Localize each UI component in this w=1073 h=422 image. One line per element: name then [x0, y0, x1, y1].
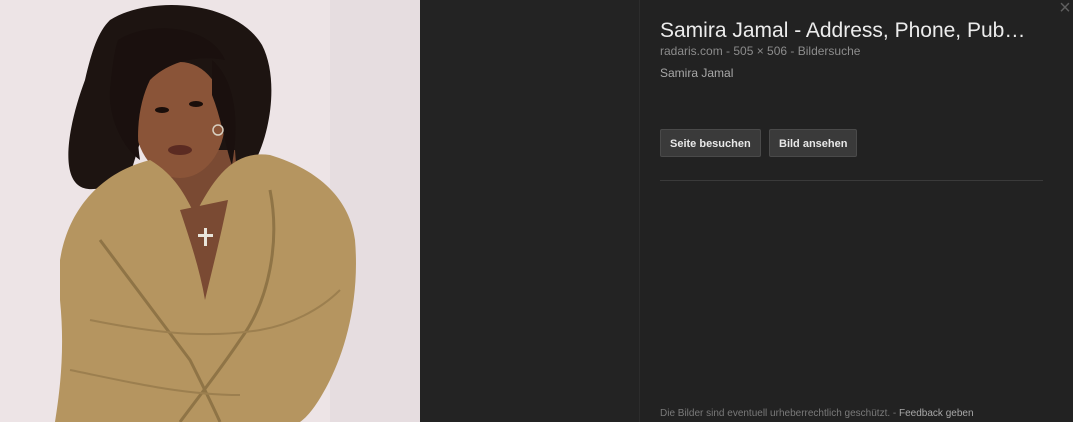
image-search-link[interactable]: Bildersuche	[798, 44, 861, 58]
close-icon[interactable]: ×	[1057, 0, 1073, 18]
vertical-divider	[639, 0, 640, 422]
image-dimensions: 505 × 506	[733, 44, 788, 58]
footer: Die Bilder sind eventuell urheberrechtli…	[660, 408, 974, 419]
section-divider	[660, 180, 1043, 181]
meta-separator: -	[787, 44, 798, 58]
footer-separator: -	[890, 408, 900, 419]
info-section: Samira Jamal - Address, Phone, Pub… rada…	[660, 0, 1055, 422]
result-description: Samira Jamal	[660, 66, 734, 80]
meta-separator: -	[722, 44, 734, 58]
image-preview-panel: Samira Jamal - Address, Phone, Pub… rada…	[0, 0, 1073, 422]
preview-image[interactable]	[0, 0, 420, 422]
view-image-button[interactable]: Bild ansehen	[769, 129, 858, 157]
visit-page-button[interactable]: Seite besuchen	[660, 129, 761, 157]
result-meta: radaris.com - 505 × 506 - Bildersuche	[660, 44, 860, 58]
portrait-photo	[0, 0, 420, 422]
empty-gap	[420, 0, 639, 422]
feedback-link[interactable]: Feedback geben	[899, 408, 974, 419]
copyright-notice: Die Bilder sind eventuell urheberrechtli…	[660, 408, 891, 419]
result-title-link[interactable]: Samira Jamal - Address, Phone, Pub…	[660, 19, 1052, 43]
source-domain: radaris.com	[660, 44, 723, 58]
